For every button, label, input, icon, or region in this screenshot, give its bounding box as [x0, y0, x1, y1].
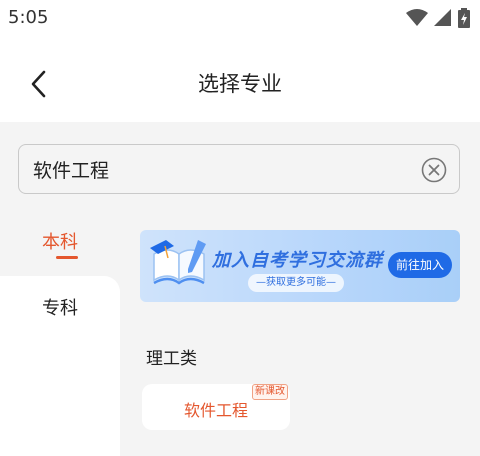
content-area: 本科 专科 加入自考学习交流群 —获取更多可能— 前往加入 理工类 软件工程 新…: [0, 122, 480, 456]
major-item-software-engineering[interactable]: 软件工程 新课改: [142, 384, 290, 430]
page-title: 选择专业: [198, 72, 282, 96]
status-time: 5:05: [8, 7, 49, 28]
category-title: 理工类: [146, 349, 197, 369]
clear-icon: [421, 157, 447, 183]
book-icon: [150, 240, 206, 285]
banner-subtitle: —获取更多可能—: [248, 274, 344, 292]
tab-label: 专科: [42, 298, 78, 319]
banner-title: 加入自考学习交流群: [212, 250, 383, 271]
clear-search-button[interactable]: [421, 157, 447, 183]
search-box: [18, 144, 460, 194]
status-icons: [406, 8, 470, 28]
header: 选择专业: [0, 48, 480, 120]
major-name: 软件工程: [183, 401, 248, 420]
join-button[interactable]: 前往加入: [388, 252, 452, 278]
status-bar: 5:05: [0, 0, 480, 36]
tab-label: 本科: [42, 232, 78, 253]
tab-bachelor[interactable]: 本科: [0, 210, 120, 276]
tab-associate[interactable]: 专科: [0, 276, 120, 342]
join-group-banner[interactable]: 加入自考学习交流群 —获取更多可能— 前往加入: [140, 230, 460, 302]
search-input[interactable]: [33, 145, 413, 193]
battery-icon: [458, 8, 470, 28]
signal-icon: [434, 9, 451, 26]
wifi-icon: [406, 9, 428, 26]
new-curriculum-badge: 新课改: [252, 384, 288, 400]
active-tab-indicator: [56, 256, 78, 259]
